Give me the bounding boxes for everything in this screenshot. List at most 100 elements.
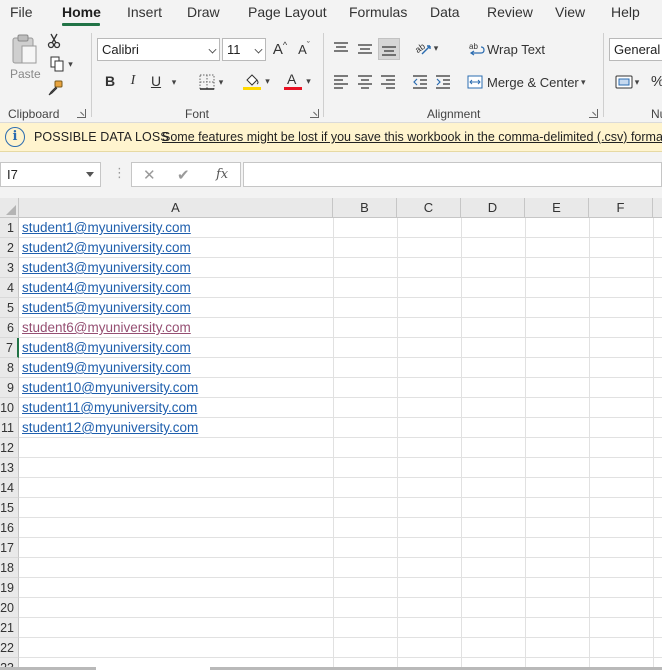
cell-a1-hyperlink[interactable]: student1@myuniversity.com (22, 218, 191, 238)
formula-bar-grip[interactable]: ⋮ (113, 165, 126, 181)
row-header-8[interactable]: 8 (0, 358, 19, 378)
tab-help[interactable]: Help (611, 4, 640, 20)
row-header-10[interactable]: 10 (0, 398, 19, 418)
row-header-7[interactable]: 7 (0, 338, 19, 358)
formula-buttons: ✕ ✔ fx (131, 162, 241, 187)
column-header-e[interactable]: E (525, 198, 589, 218)
column-header-b[interactable]: B (333, 198, 397, 218)
align-right-icon[interactable] (378, 72, 398, 92)
warning-message-link[interactable]: Some features might be lost if you save … (162, 130, 662, 144)
clipboard-launcher-icon[interactable] (77, 109, 86, 118)
cell-a4-hyperlink[interactable]: student4@myuniversity.com (22, 278, 191, 298)
row-header-20[interactable]: 20 (0, 598, 19, 618)
font-launcher-icon[interactable] (310, 109, 319, 118)
borders-icon[interactable]: ▾ (194, 72, 228, 92)
cancel-icon[interactable]: ✕ (143, 166, 156, 184)
merge-center-button[interactable]: Merge & Center (487, 75, 579, 90)
row-header-12[interactable]: 12 (0, 438, 19, 458)
merge-center-icon[interactable] (466, 72, 484, 92)
italic-button[interactable]: I (124, 71, 142, 91)
tab-insert[interactable]: Insert (127, 4, 162, 20)
bottom-align-icon[interactable] (378, 38, 400, 60)
paste-icon[interactable] (8, 33, 40, 65)
chevron-down-icon[interactable]: ▾ (581, 77, 586, 88)
row-header-5[interactable]: 5 (0, 298, 19, 318)
column-header-f[interactable]: F (589, 198, 653, 218)
chevron-down-icon[interactable] (86, 172, 94, 177)
insert-function-icon[interactable]: fx (216, 167, 228, 182)
row-header-22[interactable]: 22 (0, 638, 19, 658)
ribbon: Paste ▾ Clipboard Calibri 11 A ^ Aˇ B I U… (0, 27, 662, 123)
top-align-icon[interactable] (331, 39, 351, 59)
tab-draw[interactable]: Draw (187, 4, 220, 20)
align-left-icon[interactable] (331, 72, 351, 92)
cell-a9-hyperlink[interactable]: student10@myuniversity.com (22, 378, 198, 398)
decrease-indent-icon[interactable] (410, 72, 430, 92)
tab-data[interactable]: Data (430, 4, 460, 20)
column-header-c[interactable]: C (397, 198, 461, 218)
number-format-value: General (614, 42, 661, 57)
tab-page-layout[interactable]: Page Layout (248, 4, 327, 20)
underline-button[interactable]: U (147, 71, 165, 91)
row-header-16[interactable]: 16 (0, 518, 19, 538)
row-header-3[interactable]: 3 (0, 258, 19, 278)
tab-view[interactable]: View (555, 4, 585, 20)
wrap-text-icon[interactable]: ab (468, 39, 486, 59)
percent-style-button[interactable]: % (651, 73, 662, 90)
increase-font-size-icon[interactable]: A ^ (270, 39, 290, 59)
font-name-dropdown[interactable]: Calibri (97, 38, 220, 61)
tab-review[interactable]: Review (487, 4, 533, 20)
row-header-2[interactable]: 2 (0, 238, 19, 258)
decrease-font-size-icon[interactable]: Aˇ (294, 39, 314, 59)
accounting-format-icon[interactable]: ▾ (611, 72, 643, 92)
row-header-19[interactable]: 19 (0, 578, 19, 598)
worksheet-grid[interactable]: A B C D E F 1 student1@myuniversity.com 2 s… (0, 198, 662, 670)
middle-align-icon[interactable] (355, 39, 375, 59)
cell-a6-hyperlink[interactable]: student6@myuniversity.com (22, 318, 191, 338)
row-header-4[interactable]: 4 (0, 278, 19, 298)
row-header-9[interactable]: 9 (0, 378, 19, 398)
number-format-dropdown[interactable]: General (609, 38, 662, 61)
fill-color-icon[interactable]: ▾ (239, 70, 273, 92)
wrap-text-button[interactable]: Wrap Text (487, 42, 545, 57)
name-box[interactable]: I7 (0, 162, 101, 187)
format-painter-icon[interactable] (46, 79, 64, 97)
font-size-dropdown[interactable]: 11 (222, 38, 266, 61)
paste-button-label[interactable]: Paste (10, 67, 41, 81)
cell-a8-hyperlink[interactable]: student9@myuniversity.com (22, 358, 191, 378)
row-header-18[interactable]: 18 (0, 558, 19, 578)
row-header-6[interactable]: 6 (0, 318, 19, 338)
tab-file[interactable]: File (10, 4, 33, 20)
column-header-g-partial[interactable] (653, 198, 662, 218)
copy-icon[interactable]: ▾ (46, 55, 76, 73)
font-color-icon[interactable]: A ▾ (280, 70, 314, 92)
formula-input[interactable] (243, 162, 662, 187)
cell-a11-hyperlink[interactable]: student12@myuniversity.com (22, 418, 198, 438)
row-header-17[interactable]: 17 (0, 538, 19, 558)
tab-home[interactable]: Home (62, 4, 101, 20)
cut-icon[interactable] (46, 32, 62, 50)
enter-icon[interactable]: ✔ (177, 166, 190, 184)
row-header-1[interactable]: 1 (0, 218, 19, 238)
bold-button[interactable]: B (101, 71, 119, 91)
chevron-down-icon[interactable]: ▾ (168, 73, 180, 91)
column-header-a[interactable]: A (19, 198, 333, 218)
row-header-11[interactable]: 11 (0, 418, 19, 438)
cell-a10-hyperlink[interactable]: student11@myuniversity.com (22, 398, 197, 418)
cell-a2-hyperlink[interactable]: student2@myuniversity.com (22, 238, 191, 258)
increase-indent-icon[interactable] (433, 72, 453, 92)
cell-a5-hyperlink[interactable]: student5@myuniversity.com (22, 298, 191, 318)
cell-a3-hyperlink[interactable]: student3@myuniversity.com (22, 258, 191, 278)
align-center-icon[interactable] (355, 72, 375, 92)
alignment-launcher-icon[interactable] (589, 109, 598, 118)
select-all-button[interactable] (0, 198, 19, 218)
svg-text:ab: ab (469, 42, 478, 51)
row-header-21[interactable]: 21 (0, 618, 19, 638)
tab-formulas[interactable]: Formulas (349, 4, 407, 20)
column-header-d[interactable]: D (461, 198, 525, 218)
row-header-13[interactable]: 13 (0, 458, 19, 478)
row-header-15[interactable]: 15 (0, 498, 19, 518)
row-header-14[interactable]: 14 (0, 478, 19, 498)
orientation-icon[interactable]: ab ▾ (410, 38, 442, 58)
cell-a7-hyperlink[interactable]: student8@myuniversity.com (22, 338, 191, 358)
